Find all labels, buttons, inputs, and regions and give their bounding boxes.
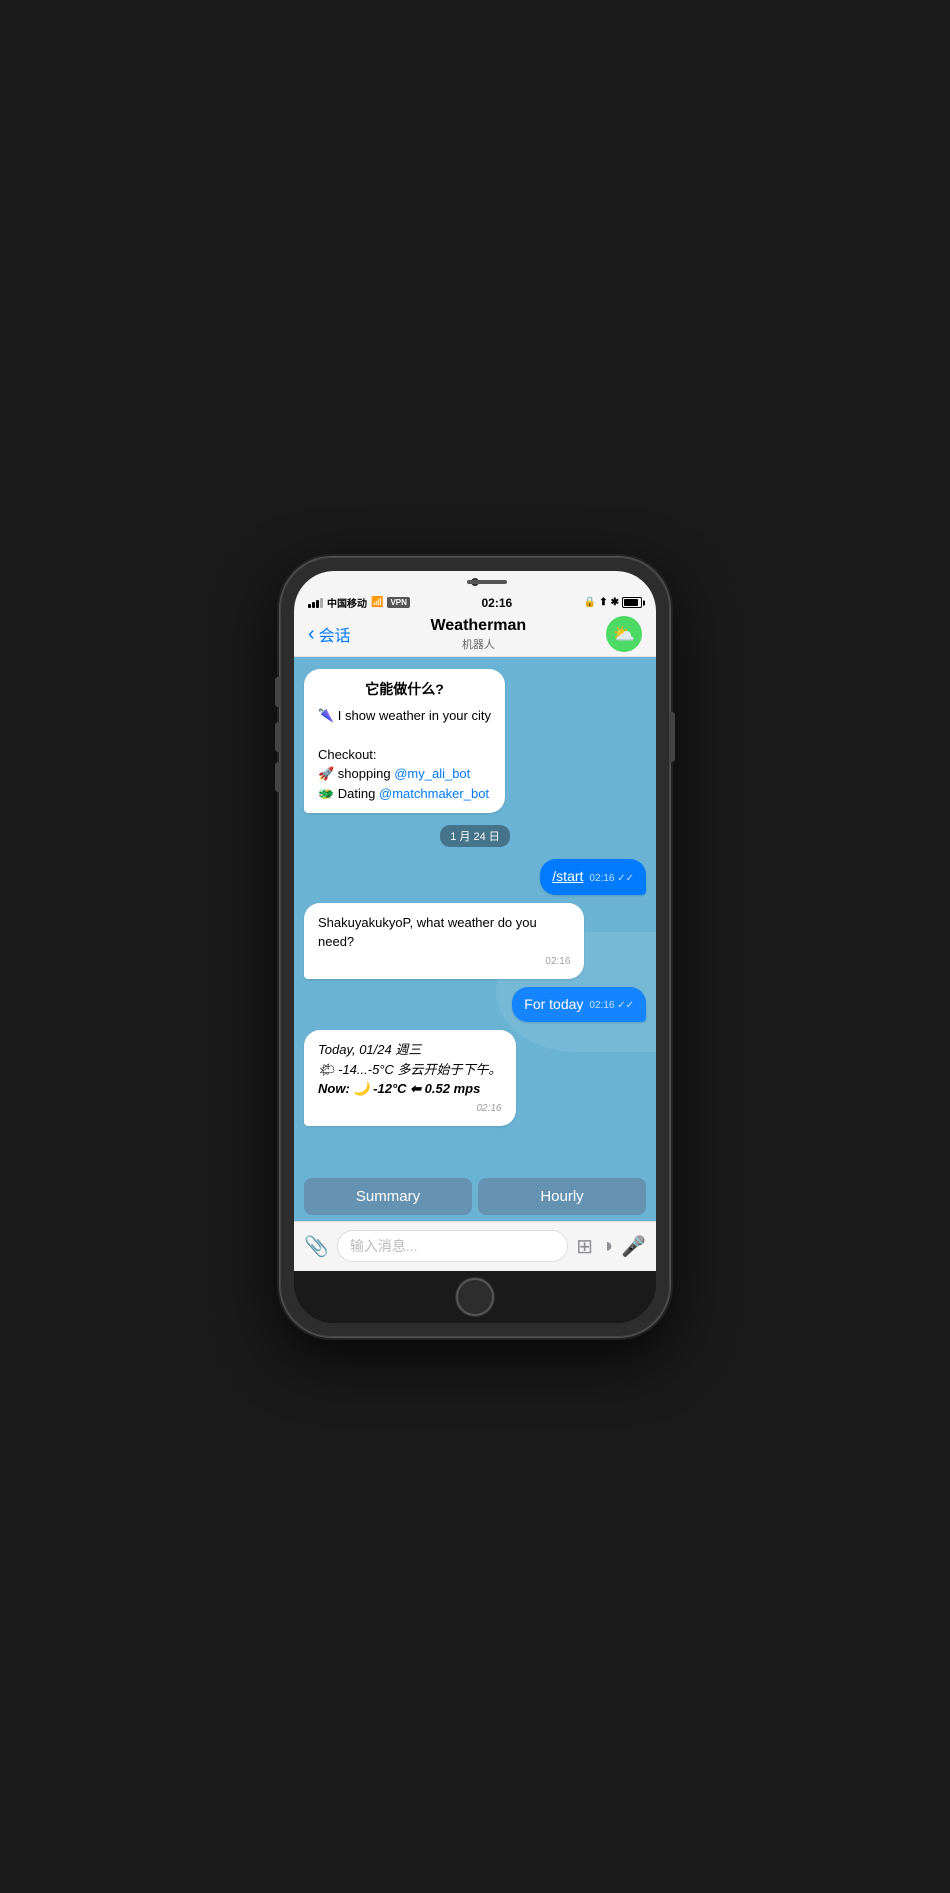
home-button[interactable]: [456, 1278, 494, 1316]
bot-question-text: ShakuyakukyoP, what weather do you need?: [318, 915, 537, 950]
user-today-ticks: ✓✓: [617, 1000, 634, 1011]
status-right: 🔒 ⬆ ✱: [584, 597, 642, 608]
back-button[interactable]: ‹ 会话: [308, 622, 351, 646]
speaker: [467, 580, 507, 584]
nav-center: Weatherman 机器人: [351, 616, 606, 651]
carrier-label: 中国移动: [327, 595, 367, 610]
hourly-button[interactable]: Hourly: [478, 1178, 646, 1215]
status-left: 中国移动 📶 VPN: [308, 595, 410, 610]
bot-shopping-link[interactable]: @my_ali_bot: [394, 766, 470, 781]
status-bar: 中国移动 📶 VPN 02:16 🔒 ⬆ ✱: [294, 593, 656, 613]
battery-icon: [622, 597, 642, 608]
lock-icon: 🔒: [584, 597, 596, 608]
mic-icon[interactable]: 🎤: [621, 1234, 646, 1259]
chevron-left-icon: ‹: [308, 624, 315, 644]
user-start-text: /start: [552, 867, 583, 887]
phone-screen: 中国移动 📶 VPN 02:16 🔒 ⬆ ✱ ‹ 会话 Weatherman: [294, 571, 656, 1323]
wifi-icon: 📶: [371, 597, 383, 608]
bot-dating-line: 🐲 Dating @matchmaker_bot: [318, 784, 491, 804]
weather-line3: Now: 🌙 -12°C ⬅ 0.52 mps: [318, 1079, 502, 1099]
location-icon: ⬆: [599, 597, 607, 608]
chat-area[interactable]: 它能做什么? 🌂 I show weather in your city Che…: [294, 657, 656, 1172]
bot-shopping-text: 🚀 shopping: [318, 766, 391, 781]
nav-header: ‹ 会话 Weatherman 机器人 ⛅: [294, 613, 656, 657]
input-bar: 📎 输入消息... ⊞ ◑ 🎤: [294, 1221, 656, 1271]
battery-fill: [624, 599, 638, 606]
weather-line2: 🌤 -14...-5°C 多云开始于下午。: [318, 1060, 502, 1080]
signal-icon: [308, 598, 323, 608]
date-sep-label: 1 月 24 日: [440, 825, 510, 847]
weather-time: 02:16: [318, 1101, 502, 1116]
bot-dating-text: 🐲 Dating: [318, 786, 375, 801]
weather-line1: Today, 01/24 週三: [318, 1040, 502, 1060]
chat-title: Weatherman: [351, 616, 606, 635]
bot-checkout-label: Checkout:: [318, 745, 491, 765]
vpn-badge: VPN: [387, 597, 409, 608]
user-start-time: 02:16 ✓✓: [589, 871, 634, 887]
bot-intro-title: 它能做什么?: [318, 679, 491, 700]
bot-weather-bubble: Today, 01/24 週三 🌤 -14...-5°C 多云开始于下午。 No…: [304, 1030, 516, 1126]
phone-device: 中国移动 📶 VPN 02:16 🔒 ⬆ ✱ ‹ 会话 Weatherman: [280, 557, 670, 1337]
bot-shopping-line: 🚀 shopping @my_ali_bot: [318, 764, 491, 784]
cloud-icon: ⛅: [613, 624, 635, 645]
input-placeholder: 输入消息...: [350, 1236, 418, 1256]
user-start-bubble: /start 02:16 ✓✓: [540, 859, 646, 895]
phone-bottom: [294, 1271, 656, 1323]
message-input[interactable]: 输入消息...: [337, 1230, 568, 1262]
user-today-text: For today: [524, 995, 583, 1015]
bot-question-time: 02:16: [318, 954, 570, 969]
date-separator: 1 月 24 日: [304, 825, 646, 847]
attach-icon[interactable]: 📎: [304, 1234, 329, 1259]
bot-intro-line1: 🌂 I show weather in your city: [318, 706, 491, 726]
emoji-icon[interactable]: ◑: [601, 1235, 613, 1258]
bluetooth-icon: ✱: [611, 597, 619, 608]
back-label: 会话: [319, 622, 351, 646]
user-today-time: 02:16 ✓✓: [589, 998, 634, 1014]
status-time: 02:16: [481, 596, 512, 610]
bot-dating-link[interactable]: @matchmaker_bot: [379, 786, 489, 801]
bot-avatar[interactable]: ⛅: [606, 616, 642, 652]
phone-notch: [294, 571, 656, 593]
input-icons: ⊞ ◑ 🎤: [576, 1234, 646, 1259]
user-today-bubble: For today 02:16 ✓✓: [512, 987, 646, 1023]
action-buttons-bar: Summary Hourly: [294, 1172, 656, 1221]
chat-subtitle: 机器人: [351, 636, 606, 652]
user-start-ticks: ✓✓: [617, 873, 634, 884]
summary-button[interactable]: Summary: [304, 1178, 472, 1215]
bot-question-bubble: ShakuyakukyoP, what weather do you need?…: [304, 903, 584, 979]
bot-intro-bubble: 它能做什么? 🌂 I show weather in your city Che…: [304, 669, 505, 814]
sticker-icon[interactable]: ⊞: [576, 1234, 593, 1259]
